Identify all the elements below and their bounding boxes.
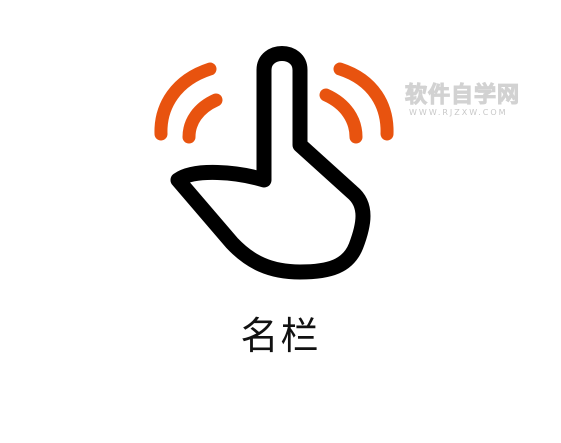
hand-outline — [170, 46, 371, 280]
watermark-main-text: 软件自学网 — [404, 83, 521, 108]
watermark-url-text: WWW.RJZXW.COM — [409, 108, 508, 117]
tap-gesture-icon — [0, 0, 561, 300]
tap-gesture-svg — [154, 46, 394, 280]
caption-label: 名栏 — [240, 314, 321, 358]
watermark: 软件自学网 WWW.RJZXW.COM — [404, 83, 550, 124]
right-inner-wave — [319, 88, 363, 144]
left-inner-wave — [182, 93, 223, 144]
